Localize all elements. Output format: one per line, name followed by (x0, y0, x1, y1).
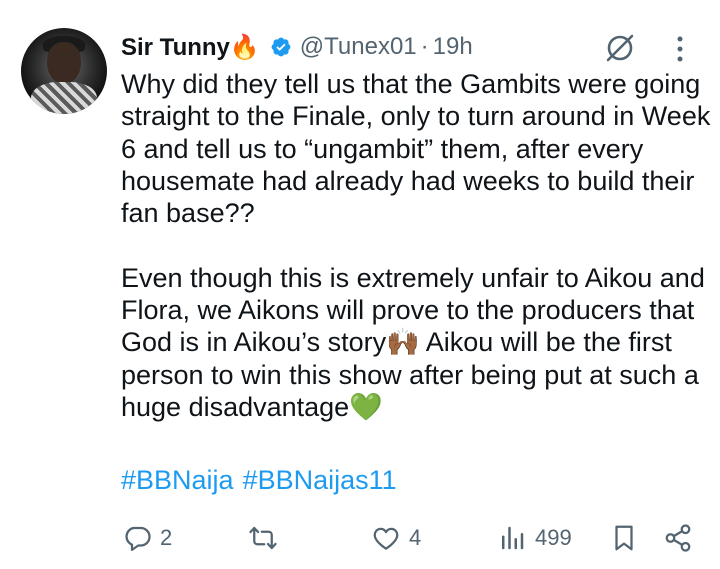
tweet-text: Why did they tell us that the Gambits we… (121, 68, 711, 423)
views-button[interactable]: 499 (497, 520, 572, 556)
avatar-face (47, 42, 81, 84)
author-handle[interactable]: @Tunex01 (300, 33, 417, 61)
like-icon (373, 527, 399, 550)
author-name-text: Sir Tunny (121, 33, 230, 61)
author-emoji: 🔥 (229, 33, 260, 61)
tweet-header: Sir Tunny🔥 @Tunex01 · 19h (121, 30, 473, 64)
share-icon (665, 524, 691, 552)
tweet-paragraph-2: Even though this is extremely unfair to … (121, 262, 713, 422)
author-name[interactable]: Sir Tunny🔥 (121, 33, 260, 62)
tweet-actions: 2 4 499 (0, 520, 720, 556)
like-button[interactable]: 4 (371, 520, 421, 556)
bookmark-button[interactable] (609, 520, 639, 556)
hashtags: #BBNaija #BBNaijas11 (121, 465, 406, 496)
reply-icon (125, 526, 151, 551)
tweet-time[interactable]: 19h (433, 33, 473, 61)
like-count: 4 (409, 525, 422, 550)
share-button[interactable] (663, 520, 693, 556)
hashtag-link[interactable]: #BBNaija (121, 465, 234, 495)
reply-button[interactable]: 2 (122, 520, 172, 556)
reply-count: 2 (160, 525, 173, 550)
header-separator: · (420, 33, 429, 60)
retweet-icon (249, 526, 277, 550)
retweet-button[interactable] (248, 520, 286, 556)
more-icon[interactable] (670, 34, 690, 64)
avatar-body (31, 82, 97, 114)
verified-badge-icon (271, 37, 291, 57)
tweet-paragraph-1: Why did they tell us that the Gambits we… (121, 69, 718, 229)
views-count: 499 (535, 525, 572, 550)
avatar[interactable] (21, 28, 107, 114)
views-icon (502, 526, 524, 550)
hashtag-link[interactable]: #BBNaijas11 (243, 465, 397, 495)
bookmark-icon (615, 525, 633, 551)
grok-icon[interactable] (603, 31, 637, 65)
